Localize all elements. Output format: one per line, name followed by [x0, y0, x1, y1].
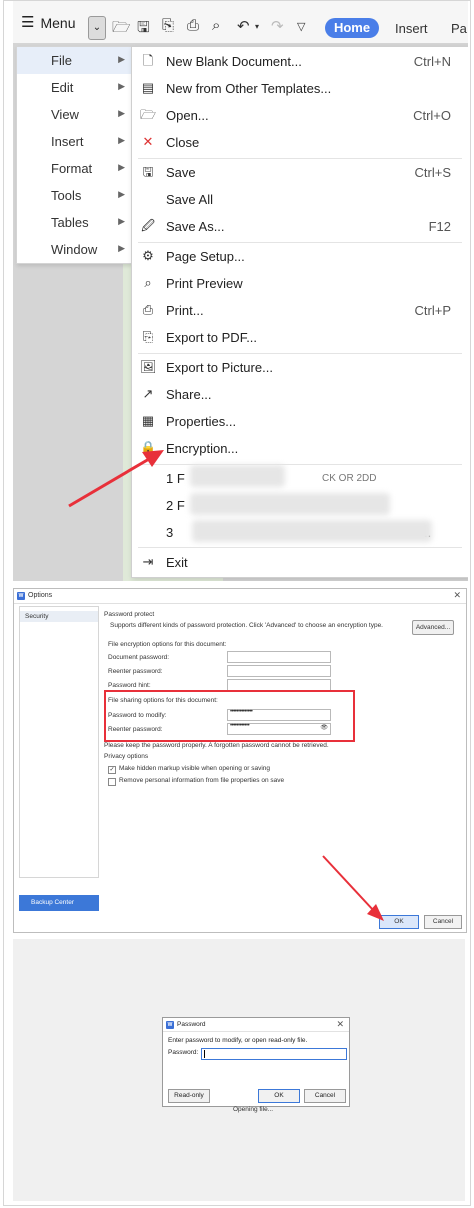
annotation-arrowhead	[142, 450, 164, 467]
annotation-arrow-encryption	[68, 457, 150, 508]
annotation-arrows	[68, 450, 384, 921]
tutorial-frame: ☰ Menu ⌄ 🗁 🖫 ⎘ ⎙ ⌕ ↶ ▾ ↷ ▽ Home Insert P…	[3, 0, 471, 1206]
annotation-arrow-ok	[322, 855, 375, 912]
